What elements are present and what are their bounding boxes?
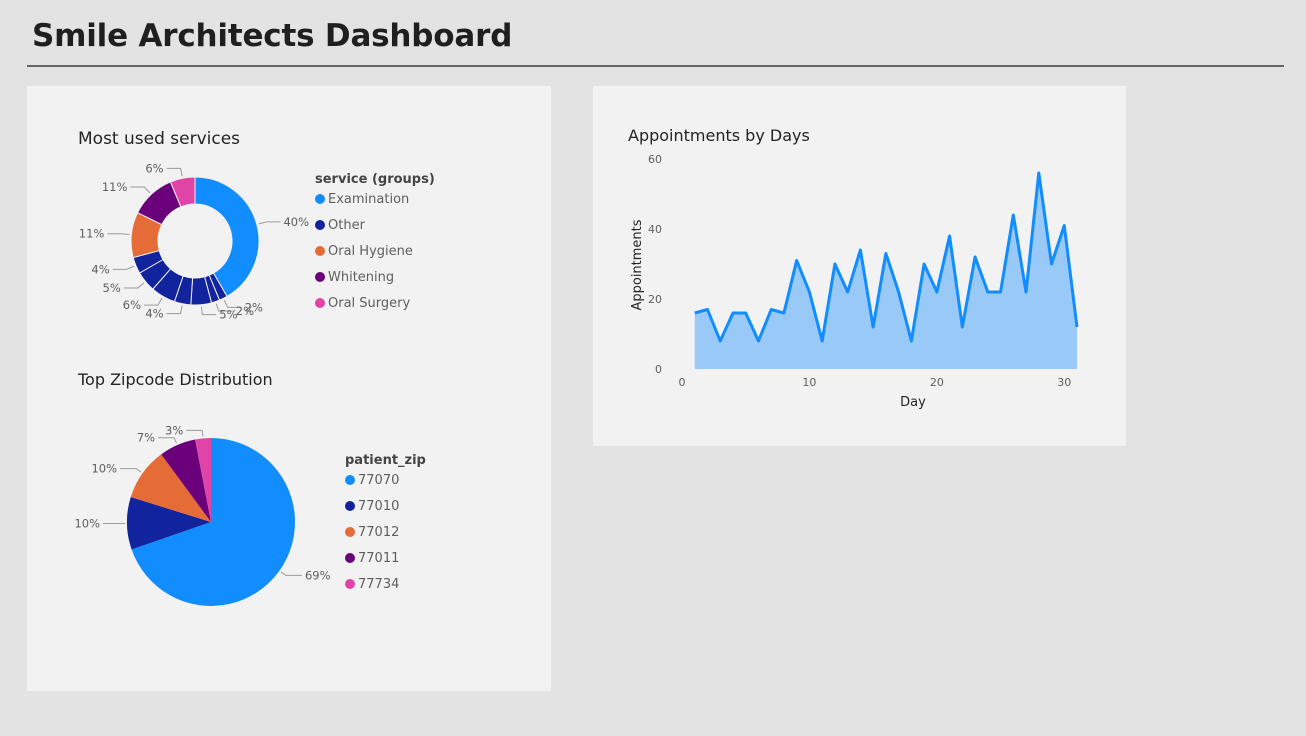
- y-tick-label-40: 40: [648, 223, 662, 236]
- services-data-label-0: 40%: [283, 215, 309, 229]
- services-data-label-10: 6%: [145, 161, 163, 175]
- x-tick-label-30: 30: [1057, 376, 1071, 389]
- services-leader-line-9: [130, 186, 151, 194]
- services-leader-line-4: [166, 305, 183, 315]
- zip-legend-label: 77070: [358, 473, 399, 488]
- services-leader-line-3: [200, 306, 217, 316]
- zip-data-label-0: 69%: [305, 568, 331, 582]
- zip-legend-label: 77011: [358, 551, 399, 566]
- zip-legend-label: 77012: [358, 525, 399, 540]
- zip-legend-item-77734[interactable]: 77734: [345, 577, 399, 592]
- services-legend-item-whitening[interactable]: Whitening: [315, 270, 394, 285]
- appointments-area[interactable]: [694, 173, 1077, 369]
- zip-data-label-2: 10%: [91, 462, 117, 476]
- services-legend-item-oral-hygiene[interactable]: Oral Hygiene: [315, 244, 413, 259]
- legend-marker: [345, 527, 355, 537]
- legend-marker: [345, 553, 355, 563]
- services-leader-line-7: [112, 265, 135, 270]
- services-legend[interactable]: service (groups) Examination Other Oral Hy…: [315, 172, 435, 311]
- zip-leader-line-4: [186, 429, 204, 437]
- page-title: Smile Architects Dashboard: [32, 18, 513, 54]
- zip-leader-line-0: [280, 571, 302, 576]
- services-leader-line-8: [107, 233, 130, 236]
- appointments-card[interactable]: Appointments by Days 0 20 40 60 0 10 20 30 App…: [593, 86, 1126, 446]
- zip-pie[interactable]: [126, 438, 295, 606]
- services-data-label-4: 4%: [145, 307, 163, 321]
- zip-legend-item-77011[interactable]: 77011: [345, 551, 399, 566]
- zip-data-label-1: 10%: [74, 516, 100, 530]
- x-tick-label-20: 20: [930, 376, 944, 389]
- left-visual-card[interactable]: Most used services 40% 2% 2% 5% 4% 6% 5% 4% 11% 1…: [27, 86, 551, 691]
- services-donut[interactable]: [130, 176, 260, 306]
- y-tick-label-60: 60: [648, 153, 662, 166]
- y-axis-title: Appointments: [630, 219, 645, 310]
- y-axis-ticks: 0 20 40 60: [648, 153, 662, 376]
- services-leader-line-5: [144, 297, 163, 306]
- legend-marker: [345, 475, 355, 485]
- zip-data-label-3: 7%: [137, 431, 155, 445]
- services-data-label-3: 5%: [219, 308, 237, 322]
- appointments-chart-title: Appointments by Days: [628, 126, 810, 145]
- legend-marker: [345, 579, 355, 589]
- appointments-chart-canvas: Appointments by Days 0 20 40 60 0 10 20 30 App…: [628, 126, 1079, 410]
- services-data-label-5: 6%: [123, 298, 141, 312]
- zip-legend-title: patient_zip: [345, 453, 426, 468]
- legend-marker: [315, 246, 325, 256]
- legend-marker: [315, 298, 325, 308]
- services-legend-item-oral-surgery[interactable]: Oral Surgery: [315, 296, 410, 311]
- left-card-canvas: Most used services 40%2%2%5%4%6%5%4%11%1…: [74, 129, 435, 606]
- services-data-label-9: 11%: [102, 180, 128, 194]
- title-divider: [27, 65, 1284, 67]
- y-tick-label-0: 0: [655, 363, 662, 376]
- zip-chart-title: Top Zipcode Distribution: [77, 370, 273, 389]
- zip-legend[interactable]: patient_zip 77070 77010 77012 77011 77734: [345, 453, 426, 592]
- services-leader-line-0: [258, 221, 281, 225]
- zip-leader-line-3: [158, 437, 177, 444]
- dashboard-page: Smile Architects Dashboard Most used ser…: [0, 0, 1306, 736]
- services-data-label-8: 11%: [79, 227, 105, 241]
- x-tick-label-10: 10: [802, 376, 816, 389]
- services-data-label-7: 4%: [91, 262, 109, 276]
- zip-legend-item-77012[interactable]: 77012: [345, 525, 399, 540]
- services-legend-label: Other: [328, 218, 366, 233]
- zip-legend-label: 77010: [358, 499, 399, 514]
- services-legend-item-examination[interactable]: Examination: [315, 192, 409, 207]
- zip-legend-label: 77734: [358, 577, 399, 592]
- x-tick-label-0: 0: [679, 376, 686, 389]
- services-legend-label: Oral Hygiene: [328, 244, 413, 259]
- services-legend-title: service (groups): [315, 172, 435, 187]
- services-data-label-6: 5%: [103, 281, 121, 295]
- y-tick-label-20: 20: [648, 293, 662, 306]
- x-axis-title: Day: [900, 395, 926, 410]
- services-chart-title: Most used services: [78, 129, 240, 149]
- legend-marker: [345, 501, 355, 511]
- services-legend-label: Examination: [328, 192, 409, 207]
- zip-leader-line-2: [120, 468, 142, 473]
- legend-marker: [315, 272, 325, 282]
- zip-legend-item-77070[interactable]: 77070: [345, 473, 399, 488]
- services-legend-label: Oral Surgery: [328, 296, 410, 311]
- legend-marker: [315, 194, 325, 204]
- legend-marker: [315, 220, 325, 230]
- services-legend-label: Whitening: [328, 270, 394, 285]
- services-leader-line-6: [123, 282, 145, 289]
- zip-data-label-4: 3%: [165, 423, 183, 437]
- services-data-label-2: 2%: [236, 304, 254, 318]
- services-legend-item-other[interactable]: Other: [315, 218, 366, 233]
- zip-legend-item-77010[interactable]: 77010: [345, 499, 399, 514]
- services-leader-line-10: [166, 167, 183, 177]
- x-axis-ticks: 0 10 20 30: [679, 376, 1072, 389]
